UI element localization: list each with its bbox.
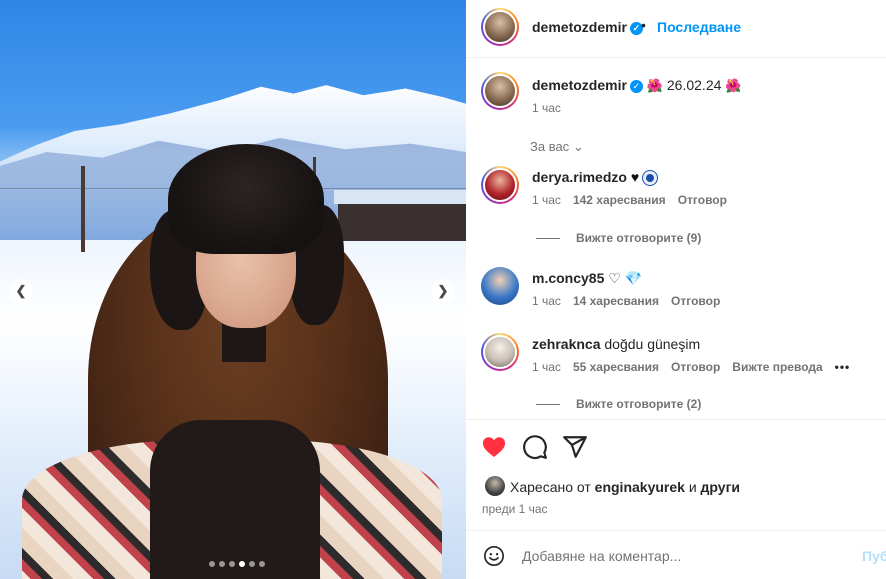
view-replies-button[interactable]: Вижте отговорите (2) [536,397,701,411]
likes-prefix: Харесано от [510,479,591,495]
more-options-icon[interactable]: ••• [835,360,851,374]
likes-conj: и [688,479,697,495]
avatar[interactable] [481,267,519,305]
comment-likes[interactable]: 55 харесвания [573,360,659,374]
comment-text: derya.rimedzo ♥ [532,169,658,186]
likes-others-link[interactable]: други [701,479,740,495]
carousel-dot [209,561,215,567]
comment-meta: 1 час 14 харесвания Отговор [532,294,720,308]
comment-username[interactable]: m.concy85 [532,270,604,286]
avatar[interactable] [485,476,505,496]
replies-line [536,403,560,405]
replies-line [536,237,560,239]
view-replies-button[interactable]: Вижте отговорите (9) [536,231,701,245]
comment-text: m.concy85 ♡ 💎 [532,270,642,287]
view-replies-label: Вижте отговорите (9) [576,231,702,245]
avatar[interactable] [481,72,519,110]
person-photo [0,0,466,579]
comment-time: 1 час [532,294,561,308]
gem-icon: 💎 [624,270,643,286]
likes-summary: Харесано от enginakyurek и други [466,475,886,499]
comment-sort-dropdown[interactable]: За вас ⌄ [530,139,584,155]
heart-filled-icon[interactable] [481,434,507,460]
reply-button[interactable]: Отговор [671,294,720,308]
author-username[interactable]: demetozdemir ✓ [532,19,643,35]
caption-time: 1 час [532,101,561,115]
post-actions [466,419,886,471]
carousel-dots [209,561,265,567]
verified-badge-icon: ✓ [629,79,643,93]
avatar[interactable] [481,333,519,371]
caption-text: 26.02.24 [666,77,722,93]
carousel-dot [259,561,265,567]
carousel-dot [229,561,235,567]
post-comment-button[interactable]: Пуб [862,548,886,564]
reply-button[interactable]: Отговор [678,193,727,207]
comment-sort-label: За вас [530,139,570,154]
separator-dot: • [641,17,646,33]
chevron-right-icon: ❯ [437,283,449,298]
translate-button[interactable]: Вижте превода [732,360,822,374]
hibiscus-emoji: 🌺 [646,78,663,93]
carousel-dot [219,561,225,567]
fur-hat [168,144,324,254]
post-timestamp: преди 1 час [482,502,548,516]
follow-button[interactable]: Последване [657,19,741,35]
chevron-left-icon: ❮ [15,283,27,298]
carousel-dot [239,561,245,567]
post-side-panel: demetozdemir ✓ • Последване demetozdemir ✓… [466,0,886,579]
reply-button[interactable]: Отговор [671,360,720,374]
nazar-eye-icon [643,171,658,186]
comment-icon[interactable] [522,434,548,460]
avatar[interactable] [481,8,519,46]
caption-username[interactable]: demetozdemir [532,77,627,93]
dark-top [150,420,320,579]
share-icon[interactable] [562,434,588,460]
previous-photo-button[interactable]: ❮ [9,279,33,303]
post-header: demetozdemir ✓ • Последване [466,0,886,58]
author-username-text[interactable]: demetozdemir [532,19,627,35]
carousel-dot [249,561,255,567]
comment-username[interactable]: zehrakncа [532,336,600,352]
add-comment-bar: Пуб [466,530,886,579]
view-replies-label: Вижте отговорите (2) [576,397,702,411]
caption-line: demetozdemir ✓ 🌺 26.02.24 🌺 [532,77,741,94]
next-photo-button[interactable]: ❯ [431,279,455,303]
emoji-picker-icon[interactable] [483,545,505,567]
liker-username[interactable]: enginakyurek [595,479,685,495]
comment-meta: 1 час 142 харесвания Отговор [532,193,727,207]
hibiscus-emoji: 🌺 [725,78,742,93]
comment-input[interactable] [522,545,822,567]
comment-time: 1 час [532,193,561,207]
comment-likes[interactable]: 142 харесвания [573,193,666,207]
comment-time: 1 час [532,360,561,374]
chevron-down-icon: ⌄ [572,139,584,154]
black-heart-icon: ♥ [630,169,640,185]
comment-meta: 1 час 55 харесвания Отговор Вижте превод… [532,360,850,374]
post-media[interactable]: ❮ ❯ [0,0,466,579]
comment-username[interactable]: derya.rimedzo [532,169,627,185]
comment-likes[interactable]: 14 харесвания [573,294,659,308]
comment-text: zehrakncа doğdu güneşim [532,336,700,352]
likes-text: Харесано от enginakyurek и други [510,479,740,495]
avatar[interactable] [481,166,519,204]
comment-body: doğdu güneşim [604,336,701,352]
white-heart-icon: ♡ [608,270,621,286]
